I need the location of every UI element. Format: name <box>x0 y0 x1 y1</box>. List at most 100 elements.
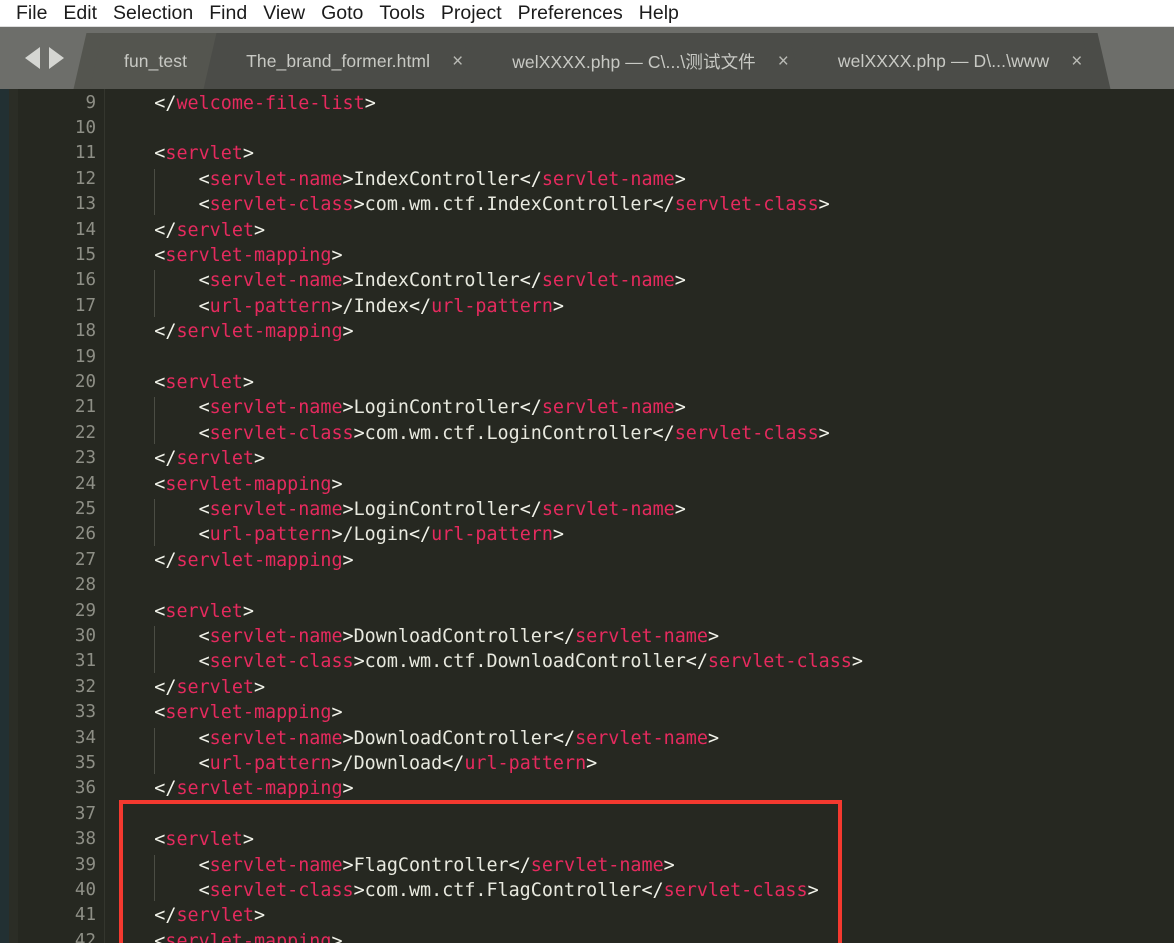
menu-item-tools[interactable]: Tools <box>371 0 433 26</box>
line-number: 21 <box>74 397 96 418</box>
code-line[interactable]: </servlet> <box>110 675 265 700</box>
menu-item-view[interactable]: View <box>255 0 313 26</box>
code-token: DownloadController <box>353 727 553 749</box>
code-line[interactable]: </servlet-mapping> <box>110 548 353 573</box>
menu-item-goto[interactable]: Goto <box>313 0 371 26</box>
menu-item-help[interactable]: Help <box>631 0 687 26</box>
code-token: > <box>331 930 343 943</box>
code-line[interactable]: <servlet-mapping> <box>110 700 342 725</box>
code-line[interactable]: </welcome-file-list> <box>110 91 375 116</box>
code-line[interactable]: </servlet-mapping> <box>110 319 354 344</box>
menu-item-project[interactable]: Project <box>433 0 510 26</box>
menu-item-file[interactable]: File <box>8 0 55 26</box>
code-token: url-pattern <box>209 524 332 546</box>
line-number: 23 <box>74 448 96 469</box>
menu-item-edit[interactable]: Edit <box>55 0 105 26</box>
code-line[interactable]: <servlet-mapping> <box>110 243 342 268</box>
code-token: servlet <box>176 448 254 470</box>
code-line[interactable]: <servlet> <box>110 827 254 852</box>
editor-left-edge-strip <box>0 89 9 943</box>
code-token: </ <box>442 752 465 774</box>
code-line[interactable]: </servlet> <box>110 903 265 928</box>
code-line[interactable]: <servlet-class>com.wm.ctf.DownloadContro… <box>110 649 863 674</box>
line-number: 39 <box>74 854 96 875</box>
menu-item-preferences[interactable]: Preferences <box>510 0 631 26</box>
tab-close-icon[interactable]: × <box>762 52 803 71</box>
code-line[interactable]: <servlet-class>com.wm.ctf.IndexControlle… <box>110 192 830 217</box>
code-token: > <box>674 270 686 292</box>
code-line[interactable]: <servlet-mapping> <box>110 472 342 497</box>
code-token: > <box>663 854 675 876</box>
code-token: > <box>552 295 564 317</box>
menu-item-find[interactable]: Find <box>201 0 255 26</box>
code-token: > <box>674 168 686 190</box>
indent-guide <box>154 168 156 216</box>
code-token: > <box>331 295 343 317</box>
code-line[interactable]: <servlet-name>DownloadController</servle… <box>110 726 719 751</box>
code-token: > <box>353 422 365 444</box>
triangle-left-icon[interactable] <box>24 47 40 69</box>
code-token: < <box>154 930 166 943</box>
code-token: servlet-mapping <box>165 702 332 724</box>
code-token: </ <box>154 676 177 698</box>
code-line[interactable]: </servlet> <box>110 218 265 243</box>
code-token: servlet-name <box>575 625 708 647</box>
line-number: 42 <box>74 930 96 943</box>
code-editor[interactable]: 9 10 11 12 13 14 15 16 17 18 19 20 21 22 23 24 25 26 27 28 2… <box>0 89 1174 943</box>
code-token: </ <box>685 651 708 673</box>
tab-close-icon[interactable]: × <box>1055 52 1096 71</box>
tab-3[interactable]: welXXXX.php — C\...\测试文件 × <box>476 33 803 89</box>
code-token: LoginController <box>353 397 520 419</box>
code-line[interactable]: <servlet-mapping> <box>110 929 343 943</box>
code-line[interactable]: <servlet> <box>110 370 254 395</box>
code-line[interactable]: <url-pattern>/Download</url-pattern> <box>110 751 598 776</box>
code-line[interactable]: <servlet-name>FlagController</servlet-na… <box>110 853 675 878</box>
code-token: > <box>242 829 254 851</box>
code-token: servlet-name <box>209 270 343 292</box>
code-token: servlet-class <box>674 194 819 216</box>
code-token: </ <box>154 778 177 800</box>
code-line[interactable]: </servlet-mapping> <box>110 776 353 801</box>
code-token: < <box>198 270 210 292</box>
tab-4[interactable]: welXXXX.php — D\...\www × <box>801 33 1097 89</box>
code-token: servlet-name <box>209 727 343 749</box>
code-token: > <box>342 321 354 343</box>
triangle-right-icon[interactable] <box>48 47 64 69</box>
code-line[interactable]: <servlet-name>DownloadController</servle… <box>110 624 719 649</box>
code-line[interactable]: <url-pattern>/Login</url-pattern> <box>110 522 564 547</box>
code-token: > <box>342 854 354 876</box>
code-token: < <box>198 194 210 216</box>
code-token: servlet-name <box>575 727 708 749</box>
code-token: > <box>552 524 564 546</box>
code-line[interactable]: <servlet-name>IndexController</servlet-n… <box>110 167 686 192</box>
tab-2[interactable]: The_brand_former.html × <box>218 33 478 89</box>
tab-list: fun_test The_brand_former.html × welXXXX.ph… <box>88 27 1097 89</box>
code-line[interactable]: <servlet> <box>110 599 254 624</box>
line-number: 32 <box>74 676 96 697</box>
code-token: </ <box>519 498 542 520</box>
code-line[interactable]: <url-pattern>/Index</url-pattern> <box>110 294 564 319</box>
code-token: servlet-mapping <box>176 321 343 343</box>
tab-close-icon[interactable]: × <box>436 52 477 71</box>
code-token: > <box>253 219 266 241</box>
code-line[interactable]: <servlet-class>com.wm.ctf.LoginControlle… <box>110 421 830 446</box>
menu-item-selection[interactable]: Selection <box>105 0 201 26</box>
code-line[interactable]: <servlet> <box>110 141 254 166</box>
code-token: < <box>198 879 210 901</box>
code-line[interactable]: <servlet-name>LoginController</servlet-n… <box>110 395 686 420</box>
code-line[interactable]: <servlet-class>com.wm.ctf.FlagController… <box>110 878 819 903</box>
code-line[interactable]: </servlet> <box>110 446 265 471</box>
line-number: 11 <box>74 143 96 164</box>
code-line[interactable]: <servlet-name>IndexController</servlet-n… <box>110 268 686 293</box>
line-number: 26 <box>74 524 96 545</box>
code-token: url-pattern <box>209 752 332 774</box>
code-line[interactable]: <servlet-name>LoginController</servlet-n… <box>110 497 686 522</box>
tab-label: welXXXX.php — D\...\www <box>837 50 1050 71</box>
tab-1[interactable]: fun_test <box>88 33 220 89</box>
code-token: servlet-mapping <box>165 244 332 266</box>
code-token: < <box>198 524 210 546</box>
tab-label: The_brand_former.html <box>246 50 431 71</box>
code-token: url-pattern <box>431 295 553 317</box>
code-token: < <box>198 168 210 190</box>
code-content[interactable]: </welcome-file-list> <servlet> <servlet-… <box>110 89 1174 943</box>
